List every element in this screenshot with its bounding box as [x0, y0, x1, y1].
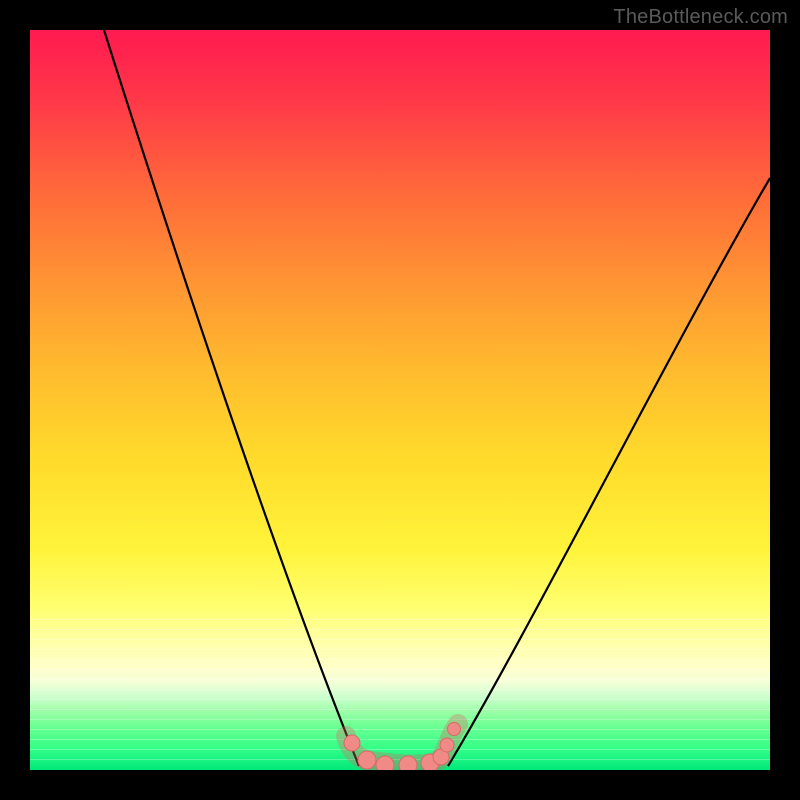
right-curve	[448, 178, 770, 766]
outer-frame: TheBottleneck.com	[0, 0, 800, 800]
watermark-text: TheBottleneck.com	[613, 6, 788, 29]
left-curve	[104, 30, 359, 766]
plot-area	[30, 30, 770, 770]
chart-svg	[30, 30, 770, 770]
